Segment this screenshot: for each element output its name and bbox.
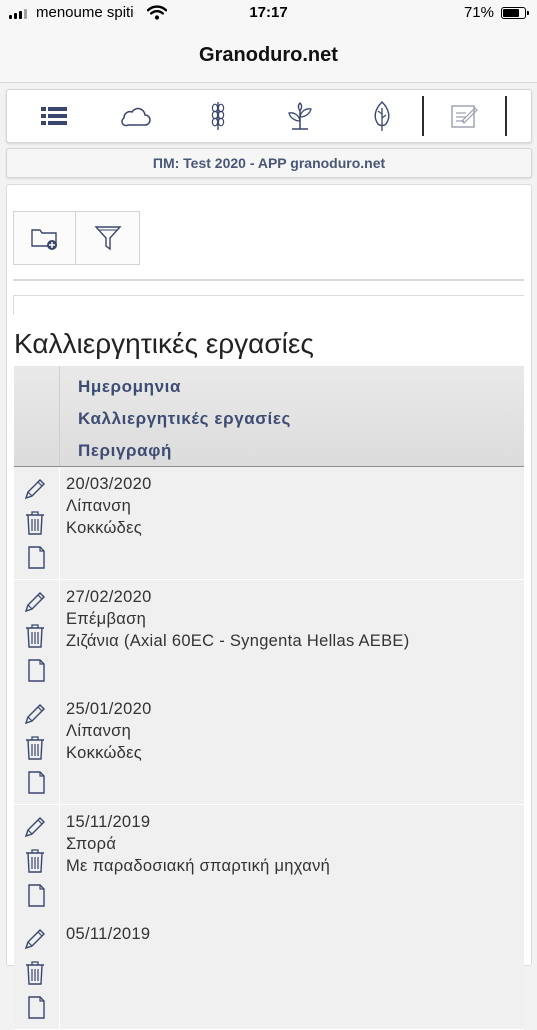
row-date: 27/02/2020 bbox=[66, 587, 152, 606]
toolbar-separator bbox=[422, 96, 424, 136]
copy-icon bbox=[28, 883, 45, 907]
filter-button[interactable] bbox=[76, 211, 140, 265]
row-actions bbox=[14, 692, 60, 804]
row-operation: Λίπανση bbox=[66, 722, 132, 740]
leaf-icon[interactable] bbox=[362, 98, 402, 134]
row-actions bbox=[14, 467, 60, 579]
edit-button[interactable] bbox=[23, 701, 47, 727]
table-row[interactable]: 27/02/2020 Επέμβαση Ζιζάνια (Axial 60EC … bbox=[14, 579, 524, 693]
section-title: Καλλιεργητικές εργασίες bbox=[14, 328, 314, 359]
copy-button[interactable] bbox=[23, 994, 47, 1020]
row-actions bbox=[14, 917, 60, 1029]
row-date: 05/11/2019 bbox=[66, 925, 151, 943]
cloud-icon[interactable] bbox=[116, 98, 156, 134]
wheat-icon[interactable] bbox=[198, 98, 238, 134]
copy-icon bbox=[28, 658, 45, 682]
copy-icon bbox=[28, 771, 45, 794]
row-actions bbox=[14, 804, 60, 917]
delete-button[interactable] bbox=[23, 735, 47, 761]
table-row[interactable]: 25/01/2020 Λίπανση Κοκκώδες bbox=[14, 692, 524, 805]
pencil-icon bbox=[24, 816, 45, 837]
row-description: Κοκκώδες bbox=[66, 744, 143, 762]
main-toolbar bbox=[6, 89, 532, 143]
divider bbox=[13, 295, 14, 315]
row-description: Με παραδοσιακή σπαρτική μηχανή bbox=[66, 856, 331, 875]
row-operation: Σπορά bbox=[66, 834, 117, 853]
divider bbox=[13, 279, 524, 281]
delete-button[interactable] bbox=[23, 623, 47, 649]
table-row[interactable]: 05/11/2019 bbox=[14, 917, 524, 1030]
table-row[interactable]: 15/11/2019 Σπορά Με παραδοσιακή σπαρτική… bbox=[14, 804, 524, 918]
row-description: Κοκκώδες bbox=[66, 519, 143, 537]
copy-button[interactable] bbox=[23, 657, 47, 683]
trash-icon bbox=[26, 623, 44, 648]
row-date: 15/11/2019 bbox=[66, 812, 151, 831]
delete-button[interactable] bbox=[23, 510, 47, 536]
delete-button[interactable] bbox=[23, 848, 47, 874]
edit-button[interactable] bbox=[23, 814, 47, 840]
row-date: 25/01/2020 bbox=[66, 700, 152, 718]
divider bbox=[13, 295, 524, 296]
trash-icon bbox=[26, 511, 44, 535]
row-date: 20/03/2020 bbox=[66, 475, 152, 493]
filter-icon bbox=[93, 226, 122, 251]
table-row[interactable]: 20/03/2020 Λίπανση Κοκκώδες bbox=[14, 467, 524, 580]
trash-icon bbox=[26, 736, 44, 760]
trash-icon bbox=[26, 961, 44, 985]
column-header-description[interactable]: Περιγραφή bbox=[78, 441, 172, 461]
table-header-corner bbox=[14, 366, 60, 466]
notepad-icon[interactable] bbox=[444, 98, 484, 134]
copy-icon bbox=[28, 546, 45, 569]
battery-percentage: 71% bbox=[463, 4, 494, 21]
battery-icon bbox=[501, 7, 529, 19]
copy-icon bbox=[28, 996, 45, 1019]
row-operation: Λίπανση bbox=[66, 497, 132, 515]
edit-button[interactable] bbox=[23, 476, 47, 502]
copy-button[interactable] bbox=[23, 544, 47, 570]
site-title: Granoduro.net bbox=[199, 44, 338, 66]
row-actions bbox=[14, 579, 60, 692]
column-header-operation[interactable]: Καλλιεργητικές εργασίες bbox=[78, 409, 291, 429]
list-icon[interactable] bbox=[34, 98, 74, 134]
delete-button[interactable] bbox=[23, 960, 47, 986]
clock: 17:17 bbox=[249, 4, 288, 21]
pencil-icon bbox=[24, 929, 45, 950]
project-subtitle: ΠΜ: Test 2020 - APP granoduro.net bbox=[152, 155, 386, 171]
row-operation: Επέμβαση bbox=[66, 609, 147, 628]
sprout-icon[interactable] bbox=[280, 98, 320, 134]
new-folder-button[interactable] bbox=[13, 211, 76, 265]
edit-button[interactable] bbox=[23, 926, 47, 952]
copy-button[interactable] bbox=[23, 769, 47, 795]
toolbar-separator bbox=[505, 96, 507, 136]
pencil-icon bbox=[24, 479, 45, 500]
status-bar: menoume spiti 17:17 71% bbox=[0, 0, 537, 28]
column-header-date[interactable]: Ημερομηνια bbox=[78, 377, 181, 397]
copy-button[interactable] bbox=[23, 882, 47, 908]
folder-add-icon bbox=[30, 229, 57, 250]
project-subtitle-bar: ΠΜ: Test 2020 - APP granoduro.net bbox=[6, 148, 532, 178]
trash-icon bbox=[26, 848, 44, 873]
action-button-group bbox=[13, 211, 140, 265]
edit-button[interactable] bbox=[23, 589, 47, 615]
row-description: Ζιζάνια (Axial 60EC - Syngenta Hellas AE… bbox=[66, 631, 410, 650]
browser-title-bar: Granoduro.net bbox=[0, 28, 537, 83]
pencil-icon bbox=[24, 591, 45, 612]
pencil-icon bbox=[24, 704, 45, 725]
table-header: Ημερομηνια Καλλιεργητικές εργασίες Περιγ… bbox=[14, 366, 524, 468]
